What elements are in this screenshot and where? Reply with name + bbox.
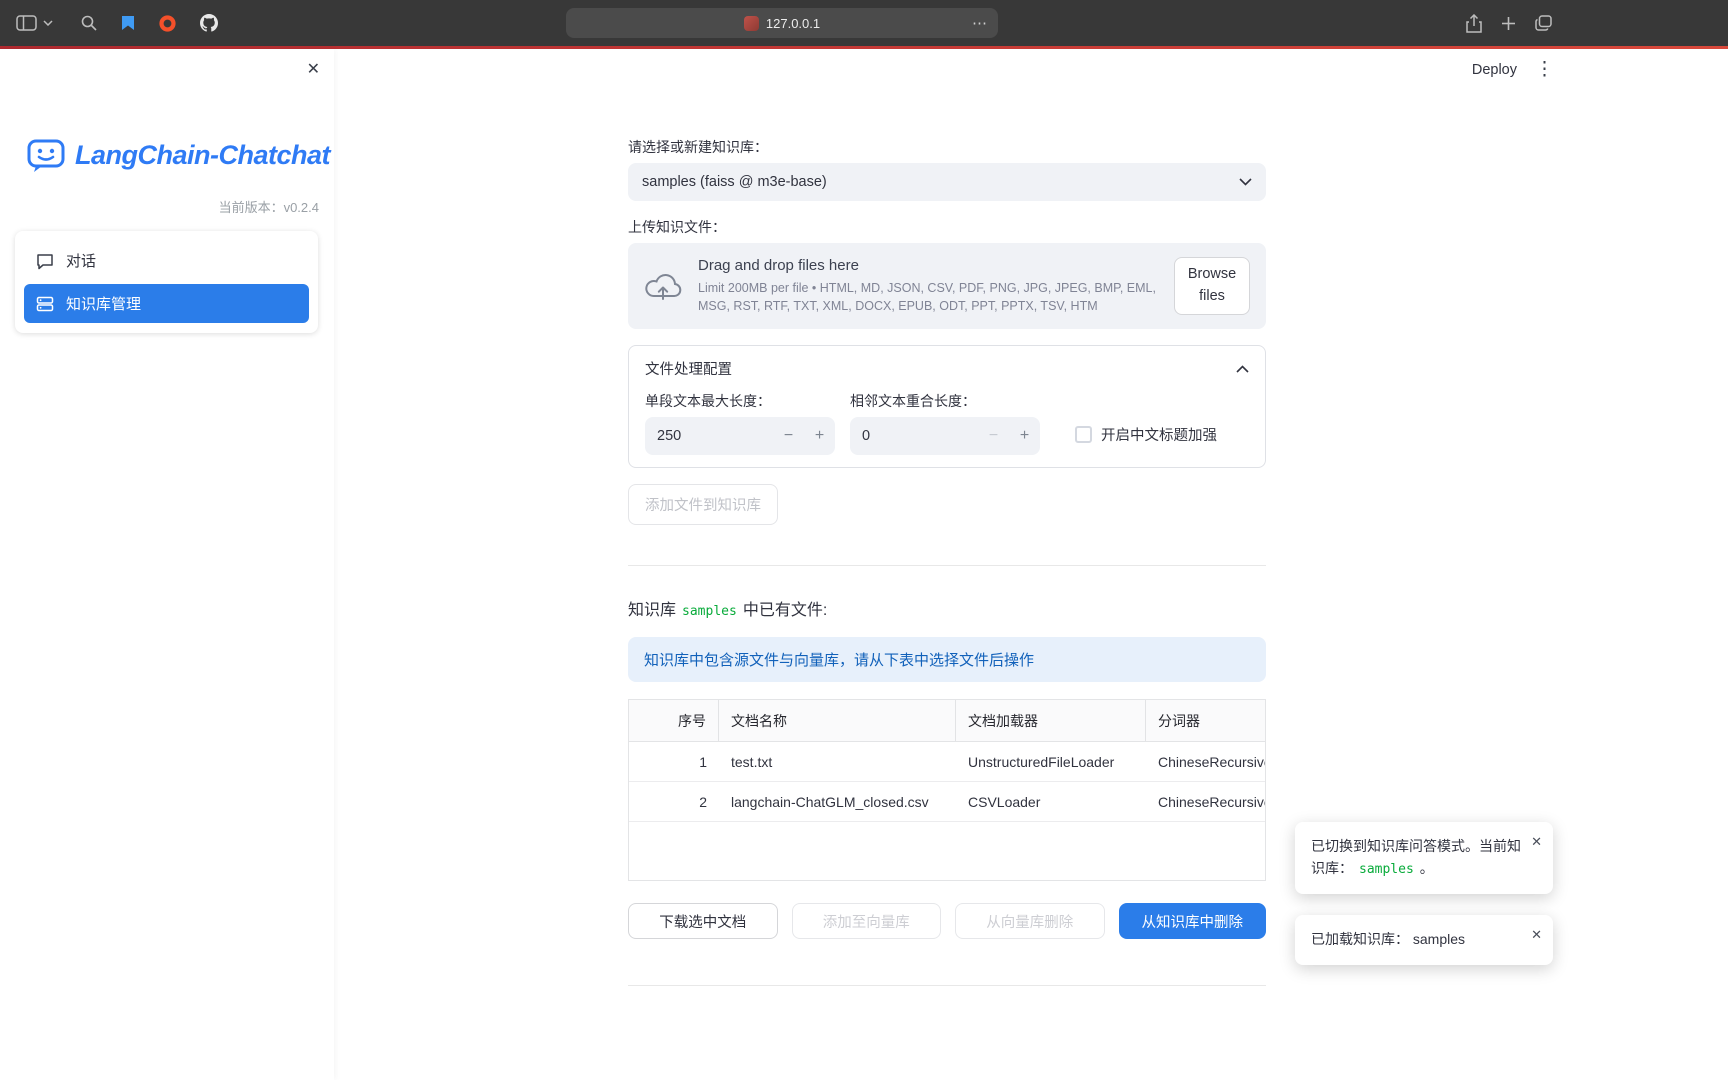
sidebar-item-label: 知识库管理: [66, 293, 141, 314]
delete-from-kb-button[interactable]: 从知识库中删除: [1119, 903, 1267, 939]
toast-stack: 已切换到知识库问答模式。当前知识库：samples。 ✕ 已加载知识库： sam…: [1295, 822, 1553, 965]
sidebar-item-kb-management[interactable]: 知识库管理: [24, 284, 309, 323]
chunk-size-value[interactable]: 250: [645, 417, 773, 455]
app-menu-icon[interactable]: ⋮: [1535, 60, 1554, 79]
chunk-decrement-button[interactable]: −: [773, 417, 804, 455]
kb-selected-value: samples (faiss @ m3e-base): [642, 174, 1239, 190]
sidebar-item-chat[interactable]: 对话: [24, 241, 309, 280]
expander-title: 文件处理配置: [645, 358, 732, 379]
kb-select-label: 请选择或新建知识库：: [628, 137, 1266, 157]
address-bar[interactable]: 127.0.0.1 ⋯: [566, 8, 998, 38]
app-logo: LangChain-Chatchat: [26, 135, 330, 175]
kb-selectbox[interactable]: samples (faiss @ m3e-base): [628, 163, 1266, 201]
sidebar-menu: 对话 知识库管理: [15, 231, 318, 333]
sidebar-toggle-icon[interactable]: [16, 15, 37, 31]
overlap-input[interactable]: 0 − +: [850, 417, 1040, 455]
expander-header[interactable]: 文件处理配置: [629, 346, 1265, 391]
chevron-down-icon: [1239, 178, 1252, 186]
col-header-index[interactable]: 序号: [663, 700, 719, 741]
browse-files-button[interactable]: Browse files: [1174, 257, 1250, 315]
col-header-loader[interactable]: 文档加载器: [956, 700, 1146, 741]
add-files-to-kb-button[interactable]: 添加文件到知识库: [628, 484, 778, 525]
sidebar-item-label: 对话: [66, 250, 96, 271]
dropzone-limit-text: Limit 200MB per file • HTML, MD, JSON, C…: [698, 279, 1168, 315]
overlap-value[interactable]: 0: [850, 417, 978, 455]
chunk-size-label: 单段文本最大长度：: [645, 391, 835, 411]
toast-close-icon[interactable]: ✕: [1531, 832, 1542, 852]
file-dropzone[interactable]: Drag and drop files here Limit 200MB per…: [628, 243, 1266, 329]
checkbox-box[interactable]: [1075, 426, 1092, 443]
divider: [628, 565, 1266, 566]
delete-from-vector-store-button[interactable]: 从向量库删除: [955, 903, 1105, 939]
checkbox-label: 开启中文标题加强: [1101, 424, 1217, 445]
kb-files-table: 序号 文档名称 文档加载器 分词器 1 test.txt Unstructure…: [628, 699, 1266, 881]
app-logo-text: LangChain-Chatchat: [75, 140, 330, 171]
tab-overview-icon[interactable]: [1535, 15, 1552, 31]
file-config-expander: 文件处理配置 单段文本最大长度： 250 − + 相邻文本重合长度：: [628, 345, 1266, 468]
zh-title-enhance-checkbox[interactable]: 开启中文标题加强: [1075, 424, 1217, 445]
col-header-splitter[interactable]: 分词器: [1146, 700, 1265, 741]
cloud-upload-icon: [644, 271, 682, 301]
table-row[interactable]: 2 langchain-ChatGLM_closed.csv CSVLoader…: [629, 782, 1265, 822]
new-tab-icon[interactable]: [1501, 16, 1516, 31]
download-selected-button[interactable]: 下载选中文档: [628, 903, 778, 939]
toast-close-icon[interactable]: ✕: [1531, 925, 1542, 945]
kb-name-code: samples: [682, 604, 737, 619]
overlap-label: 相邻文本重合长度：: [850, 391, 1040, 411]
toast-kb-loaded: 已加载知识库： samples ✕: [1295, 915, 1553, 965]
info-banner: 知识库中包含源文件与向量库，请从下表中选择文件后操作: [628, 637, 1266, 682]
url-text: 127.0.0.1: [766, 16, 820, 31]
table-row[interactable]: 1 test.txt UnstructuredFileLoader Chines…: [629, 742, 1265, 782]
row-marker-header: [629, 700, 663, 741]
browser-toolbar: 127.0.0.1 ⋯: [0, 0, 1728, 46]
chunk-increment-button[interactable]: +: [804, 417, 835, 455]
site-favicon-icon: [744, 16, 759, 31]
divider: [628, 985, 1266, 986]
chatchat-logo-icon: [26, 135, 66, 175]
page-options-icon[interactable]: ⋯: [972, 8, 988, 38]
toast-kb-code: samples: [1359, 862, 1414, 877]
knowledge-base-icon: [36, 295, 54, 313]
add-to-vector-store-button[interactable]: 添加至向量库: [792, 903, 942, 939]
overlap-decrement-button[interactable]: −: [978, 417, 1009, 455]
pinned-tab-orange-icon[interactable]: [159, 15, 176, 32]
chunk-size-input[interactable]: 250 − +: [645, 417, 835, 455]
app-version: 当前版本：v0.2.4: [219, 197, 319, 216]
share-icon[interactable]: [1466, 14, 1482, 33]
pinned-tab-blue-icon[interactable]: [121, 15, 135, 31]
sidebar-close-icon[interactable]: ✕: [307, 59, 320, 79]
col-header-filename[interactable]: 文档名称: [719, 700, 956, 741]
deploy-button[interactable]: Deploy: [1472, 62, 1517, 78]
row-marker[interactable]: [629, 782, 663, 821]
table-header-row: 序号 文档名称 文档加载器 分词器: [629, 700, 1265, 742]
chat-bubble-icon: [36, 252, 54, 270]
sidebar: ✕ LangChain-Chatchat 当前版本：v0.2.4 对话 知识库管…: [0, 49, 334, 1080]
row-marker[interactable]: [629, 742, 663, 781]
kb-files-heading: 知识库samples中已有文件:: [628, 596, 1266, 620]
search-icon[interactable]: [81, 15, 97, 31]
sidebar-chevron-icon[interactable]: [43, 20, 53, 26]
dropzone-title: Drag and drop files here: [698, 257, 1168, 274]
chevron-up-icon: [1236, 365, 1249, 373]
toast-mode-switched: 已切换到知识库问答模式。当前知识库：samples。 ✕: [1295, 822, 1553, 894]
overlap-increment-button[interactable]: +: [1009, 417, 1040, 455]
upload-label: 上传知识文件：: [628, 217, 1266, 237]
github-icon[interactable]: [200, 14, 218, 32]
